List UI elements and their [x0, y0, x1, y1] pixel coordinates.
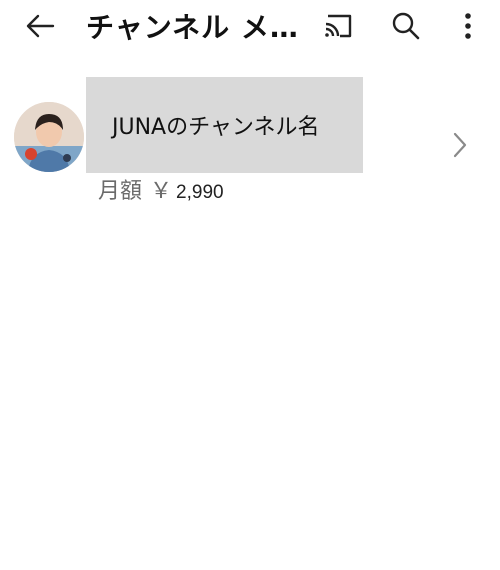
- arrow-left-icon: [25, 13, 55, 43]
- cast-icon: [322, 13, 354, 43]
- price-label: 月額: [98, 179, 143, 204]
- app-bar: チャンネル メ…: [0, 0, 500, 56]
- channel-name-box: JUNAのチャンネル名: [86, 77, 363, 173]
- currency-symbol: ￥: [150, 179, 173, 204]
- price-value: 2,990: [176, 182, 224, 203]
- search-icon: [391, 11, 421, 45]
- channel-list-item[interactable]: JUNAのチャンネル名 月額 ￥ 2,990: [0, 72, 500, 212]
- cast-button[interactable]: [318, 8, 358, 48]
- price-info: 月額 ￥ 2,990: [98, 175, 224, 209]
- avatar: [14, 102, 84, 172]
- back-button[interactable]: [20, 8, 60, 48]
- channel-name: JUNAのチャンネル名: [112, 115, 320, 140]
- page-title: チャンネル メ…: [86, 11, 299, 44]
- more-vert-icon: [464, 12, 472, 44]
- more-options-button[interactable]: [448, 8, 488, 48]
- search-button[interactable]: [386, 8, 426, 48]
- chevron-right-icon: [446, 128, 474, 162]
